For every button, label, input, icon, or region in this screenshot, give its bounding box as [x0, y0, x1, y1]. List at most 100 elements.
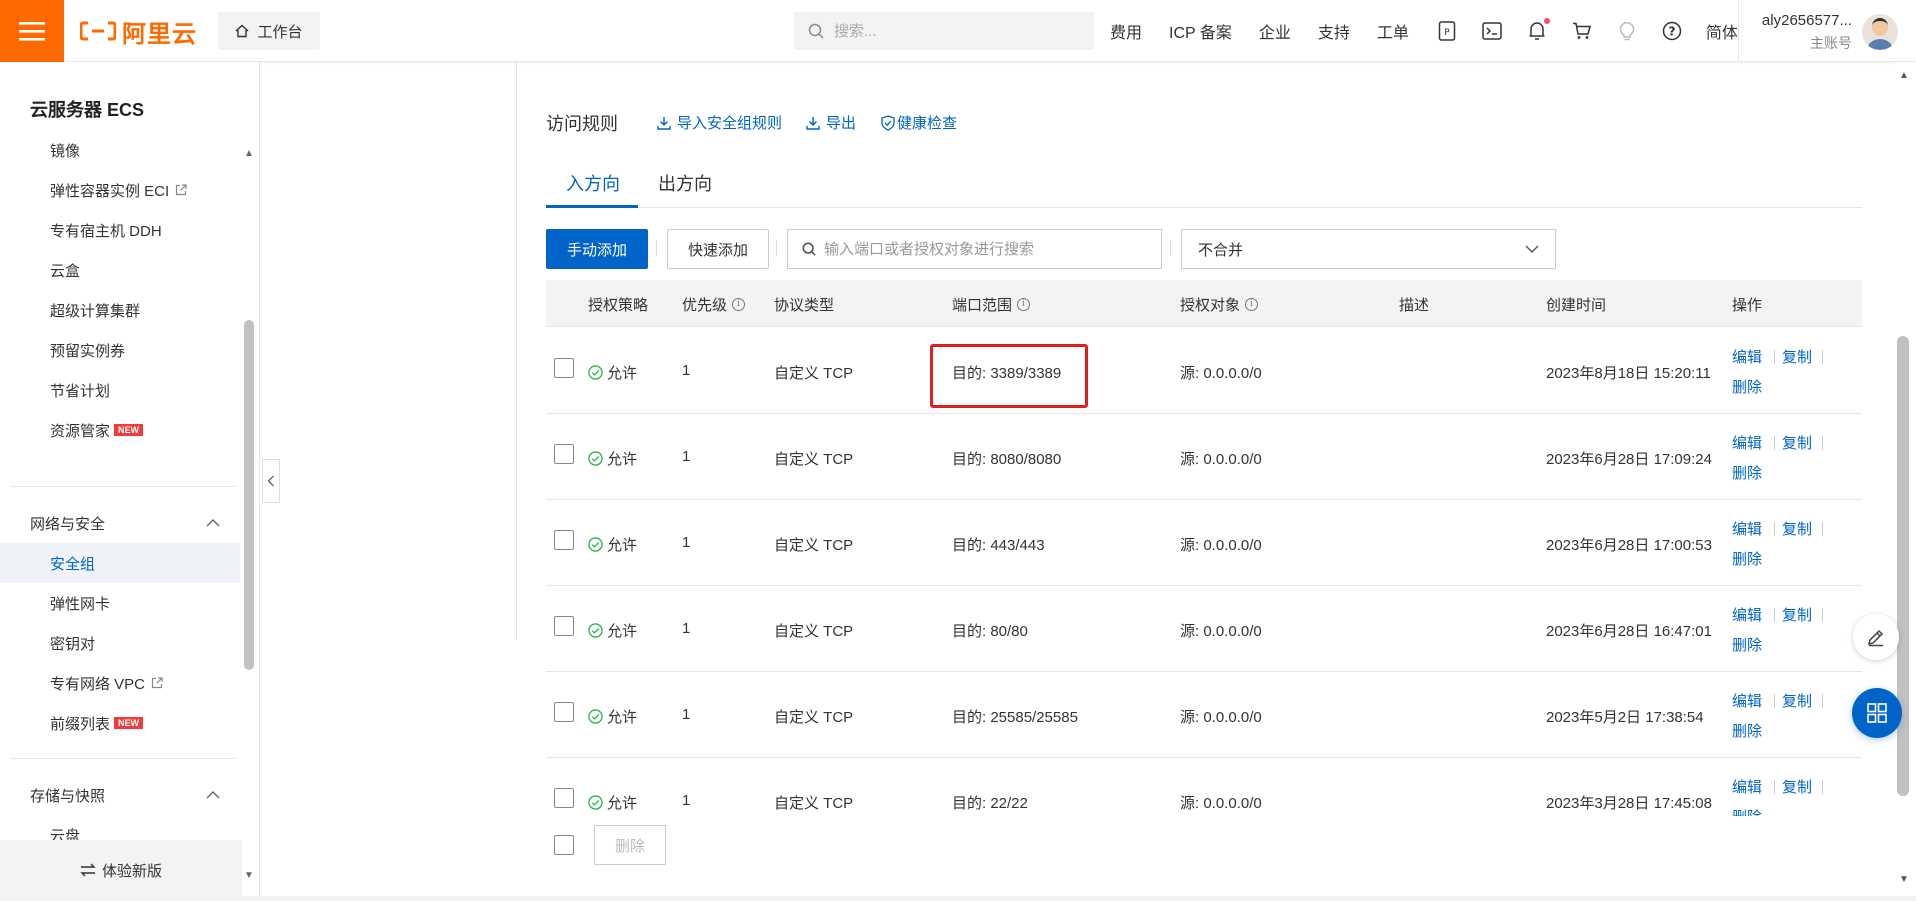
- check-circle-icon: [588, 623, 603, 638]
- sidebar-item-label: 专有网络 VPC: [50, 675, 146, 693]
- top-link-billing[interactable]: 费用: [1110, 19, 1142, 43]
- sidebar-item-image[interactable]: 镜像: [0, 130, 240, 170]
- delete-link[interactable]: 删除: [1732, 634, 1762, 655]
- sidebar-item-savings-plan[interactable]: 节省计划: [0, 370, 240, 410]
- hamburger-menu-icon[interactable]: [0, 0, 64, 62]
- terminal-icon[interactable]: [1481, 20, 1503, 42]
- sidebar-divider: [10, 486, 236, 487]
- policy-cell: 允许: [588, 706, 637, 727]
- sidebar-scroll-down-arrow[interactable]: ▼: [244, 870, 254, 881]
- row-checkbox[interactable]: [554, 788, 574, 808]
- floating-apps-button[interactable]: [1852, 688, 1902, 738]
- edit-link[interactable]: 编辑: [1732, 346, 1762, 367]
- language-switch[interactable]: 简体: [1706, 19, 1738, 43]
- import-rules-link[interactable]: 导入安全组规则: [657, 112, 782, 133]
- tab-inbound[interactable]: 入方向: [566, 170, 620, 196]
- avatar[interactable]: [1862, 14, 1898, 50]
- sidebar-group-network-security[interactable]: 网络与安全: [0, 503, 240, 543]
- sidebar-item-eci[interactable]: 弹性容器实例 ECI: [0, 170, 240, 210]
- main-scrollbar[interactable]: [1897, 336, 1909, 796]
- code-file-icon[interactable]: P: [1436, 20, 1458, 42]
- row-checkbox[interactable]: [554, 702, 574, 722]
- bell-icon[interactable]: [1526, 18, 1550, 42]
- edit-link[interactable]: 编辑: [1732, 690, 1762, 711]
- top-link-enterprise[interactable]: 企业: [1259, 19, 1291, 43]
- row-checkbox[interactable]: [554, 616, 574, 636]
- export-link[interactable]: 导出: [806, 112, 856, 133]
- sidebar-item-label: 弹性容器实例 ECI: [50, 182, 170, 200]
- copy-link[interactable]: 复制: [1782, 518, 1812, 539]
- sidebar-item-prefix-list[interactable]: 前缀列表 NEW: [0, 703, 240, 743]
- copy-link[interactable]: 复制: [1782, 432, 1812, 453]
- created-time-cell: 2023年6月28日 16:47:01: [1546, 623, 1712, 640]
- sidebar-item-ddh[interactable]: 专有宿主机 DDH: [0, 210, 240, 250]
- help-icon[interactable]: ?: [1661, 20, 1683, 42]
- row-checkbox[interactable]: [554, 358, 574, 378]
- policy-cell: 允许: [588, 534, 637, 555]
- merge-select[interactable]: 不合并: [1181, 229, 1556, 269]
- workbench-button[interactable]: 工作台: [218, 12, 320, 50]
- edit-link[interactable]: 编辑: [1732, 604, 1762, 625]
- table-row: 允许 1 自定义 TCP 目的: 25585/25585 源: 0.0.0.0/0 202…: [546, 672, 1862, 758]
- delete-link[interactable]: 删除: [1732, 462, 1762, 483]
- copy-link[interactable]: 复制: [1782, 776, 1812, 797]
- rule-search[interactable]: [787, 229, 1162, 269]
- sidebar-collapse-handle[interactable]: [262, 459, 280, 503]
- lightbulb-icon[interactable]: [1616, 20, 1638, 42]
- op-separator: [1822, 522, 1823, 536]
- info-icon[interactable]: i: [1245, 298, 1259, 311]
- edit-link[interactable]: 编辑: [1732, 432, 1762, 453]
- sidebar-item-security-group[interactable]: 安全组: [0, 543, 240, 583]
- sidebar-group-storage-snapshot[interactable]: 存储与快照: [0, 775, 240, 815]
- top-link-support[interactable]: 支持: [1318, 19, 1350, 43]
- priority-cell: 1: [682, 706, 691, 723]
- shield-check-icon: [881, 114, 895, 131]
- account-info[interactable]: aly2656577... 主账号: [1752, 12, 1852, 53]
- delete-link[interactable]: 删除: [1732, 376, 1762, 397]
- rule-search-input[interactable]: [824, 240, 1154, 258]
- sidebar-item-scc[interactable]: 超级计算集群: [0, 290, 240, 330]
- copy-link[interactable]: 复制: [1782, 690, 1812, 711]
- floating-edit-button[interactable]: [1853, 614, 1899, 660]
- main-scroll-down-arrow[interactable]: ▼: [1899, 874, 1909, 885]
- health-check-link[interactable]: 健康检查: [881, 112, 957, 133]
- copy-link[interactable]: 复制: [1782, 346, 1812, 367]
- op-separator: [1774, 780, 1775, 794]
- column-header-policy: 授权策略: [588, 297, 649, 314]
- auth-object-cell: 源: 0.0.0.0/0: [1180, 709, 1262, 726]
- aliyun-logo[interactable]: 阿里云: [80, 16, 197, 48]
- top-link-icp[interactable]: ICP 备案: [1169, 19, 1232, 43]
- op-separator: [1822, 694, 1823, 708]
- op-separator: [1822, 780, 1823, 794]
- sidebar-item-eni[interactable]: 弹性网卡: [0, 583, 240, 623]
- sidebar-scrollbar[interactable]: [244, 320, 254, 670]
- sidebar-item-keypair[interactable]: 密钥对: [0, 623, 240, 663]
- global-search-input[interactable]: [834, 22, 1074, 40]
- cart-icon[interactable]: [1571, 20, 1593, 42]
- top-links: 费用 ICP 备案 企业 支持 工单 P ? 简体: [1110, 0, 1765, 62]
- sidebar-item-resource-manager[interactable]: 资源管家 NEW: [0, 410, 240, 450]
- copy-link[interactable]: 复制: [1782, 604, 1812, 625]
- delete-link[interactable]: 删除: [1732, 720, 1762, 741]
- main-scroll-up-arrow[interactable]: ▲: [1899, 70, 1909, 81]
- try-new-version-button[interactable]: 体验新版: [0, 840, 242, 900]
- select-all-checkbox[interactable]: [554, 835, 574, 855]
- sidebar-scroll-up-arrow[interactable]: ▲: [244, 148, 254, 159]
- sidebar-item-reserved-instance[interactable]: 预留实例券: [0, 330, 240, 370]
- info-icon[interactable]: i: [732, 298, 746, 311]
- edit-link[interactable]: 编辑: [1732, 518, 1762, 539]
- info-icon[interactable]: i: [1017, 298, 1031, 311]
- tab-outbound[interactable]: 出方向: [658, 170, 712, 196]
- top-link-ticket[interactable]: 工单: [1377, 19, 1409, 43]
- manual-add-button[interactable]: 手动添加: [546, 229, 648, 269]
- edit-link[interactable]: 编辑: [1732, 776, 1762, 797]
- sidebar-item-cloudbox[interactable]: 云盒: [0, 250, 240, 290]
- delete-link[interactable]: 删除: [1732, 806, 1762, 816]
- global-search[interactable]: [794, 12, 1094, 50]
- quick-add-button[interactable]: 快速添加: [667, 229, 769, 269]
- row-checkbox[interactable]: [554, 444, 574, 464]
- delete-link[interactable]: 删除: [1732, 548, 1762, 569]
- sidebar-group-label: 存储与快照: [30, 787, 106, 805]
- row-checkbox[interactable]: [554, 530, 574, 550]
- sidebar-item-vpc[interactable]: 专有网络 VPC: [0, 663, 240, 703]
